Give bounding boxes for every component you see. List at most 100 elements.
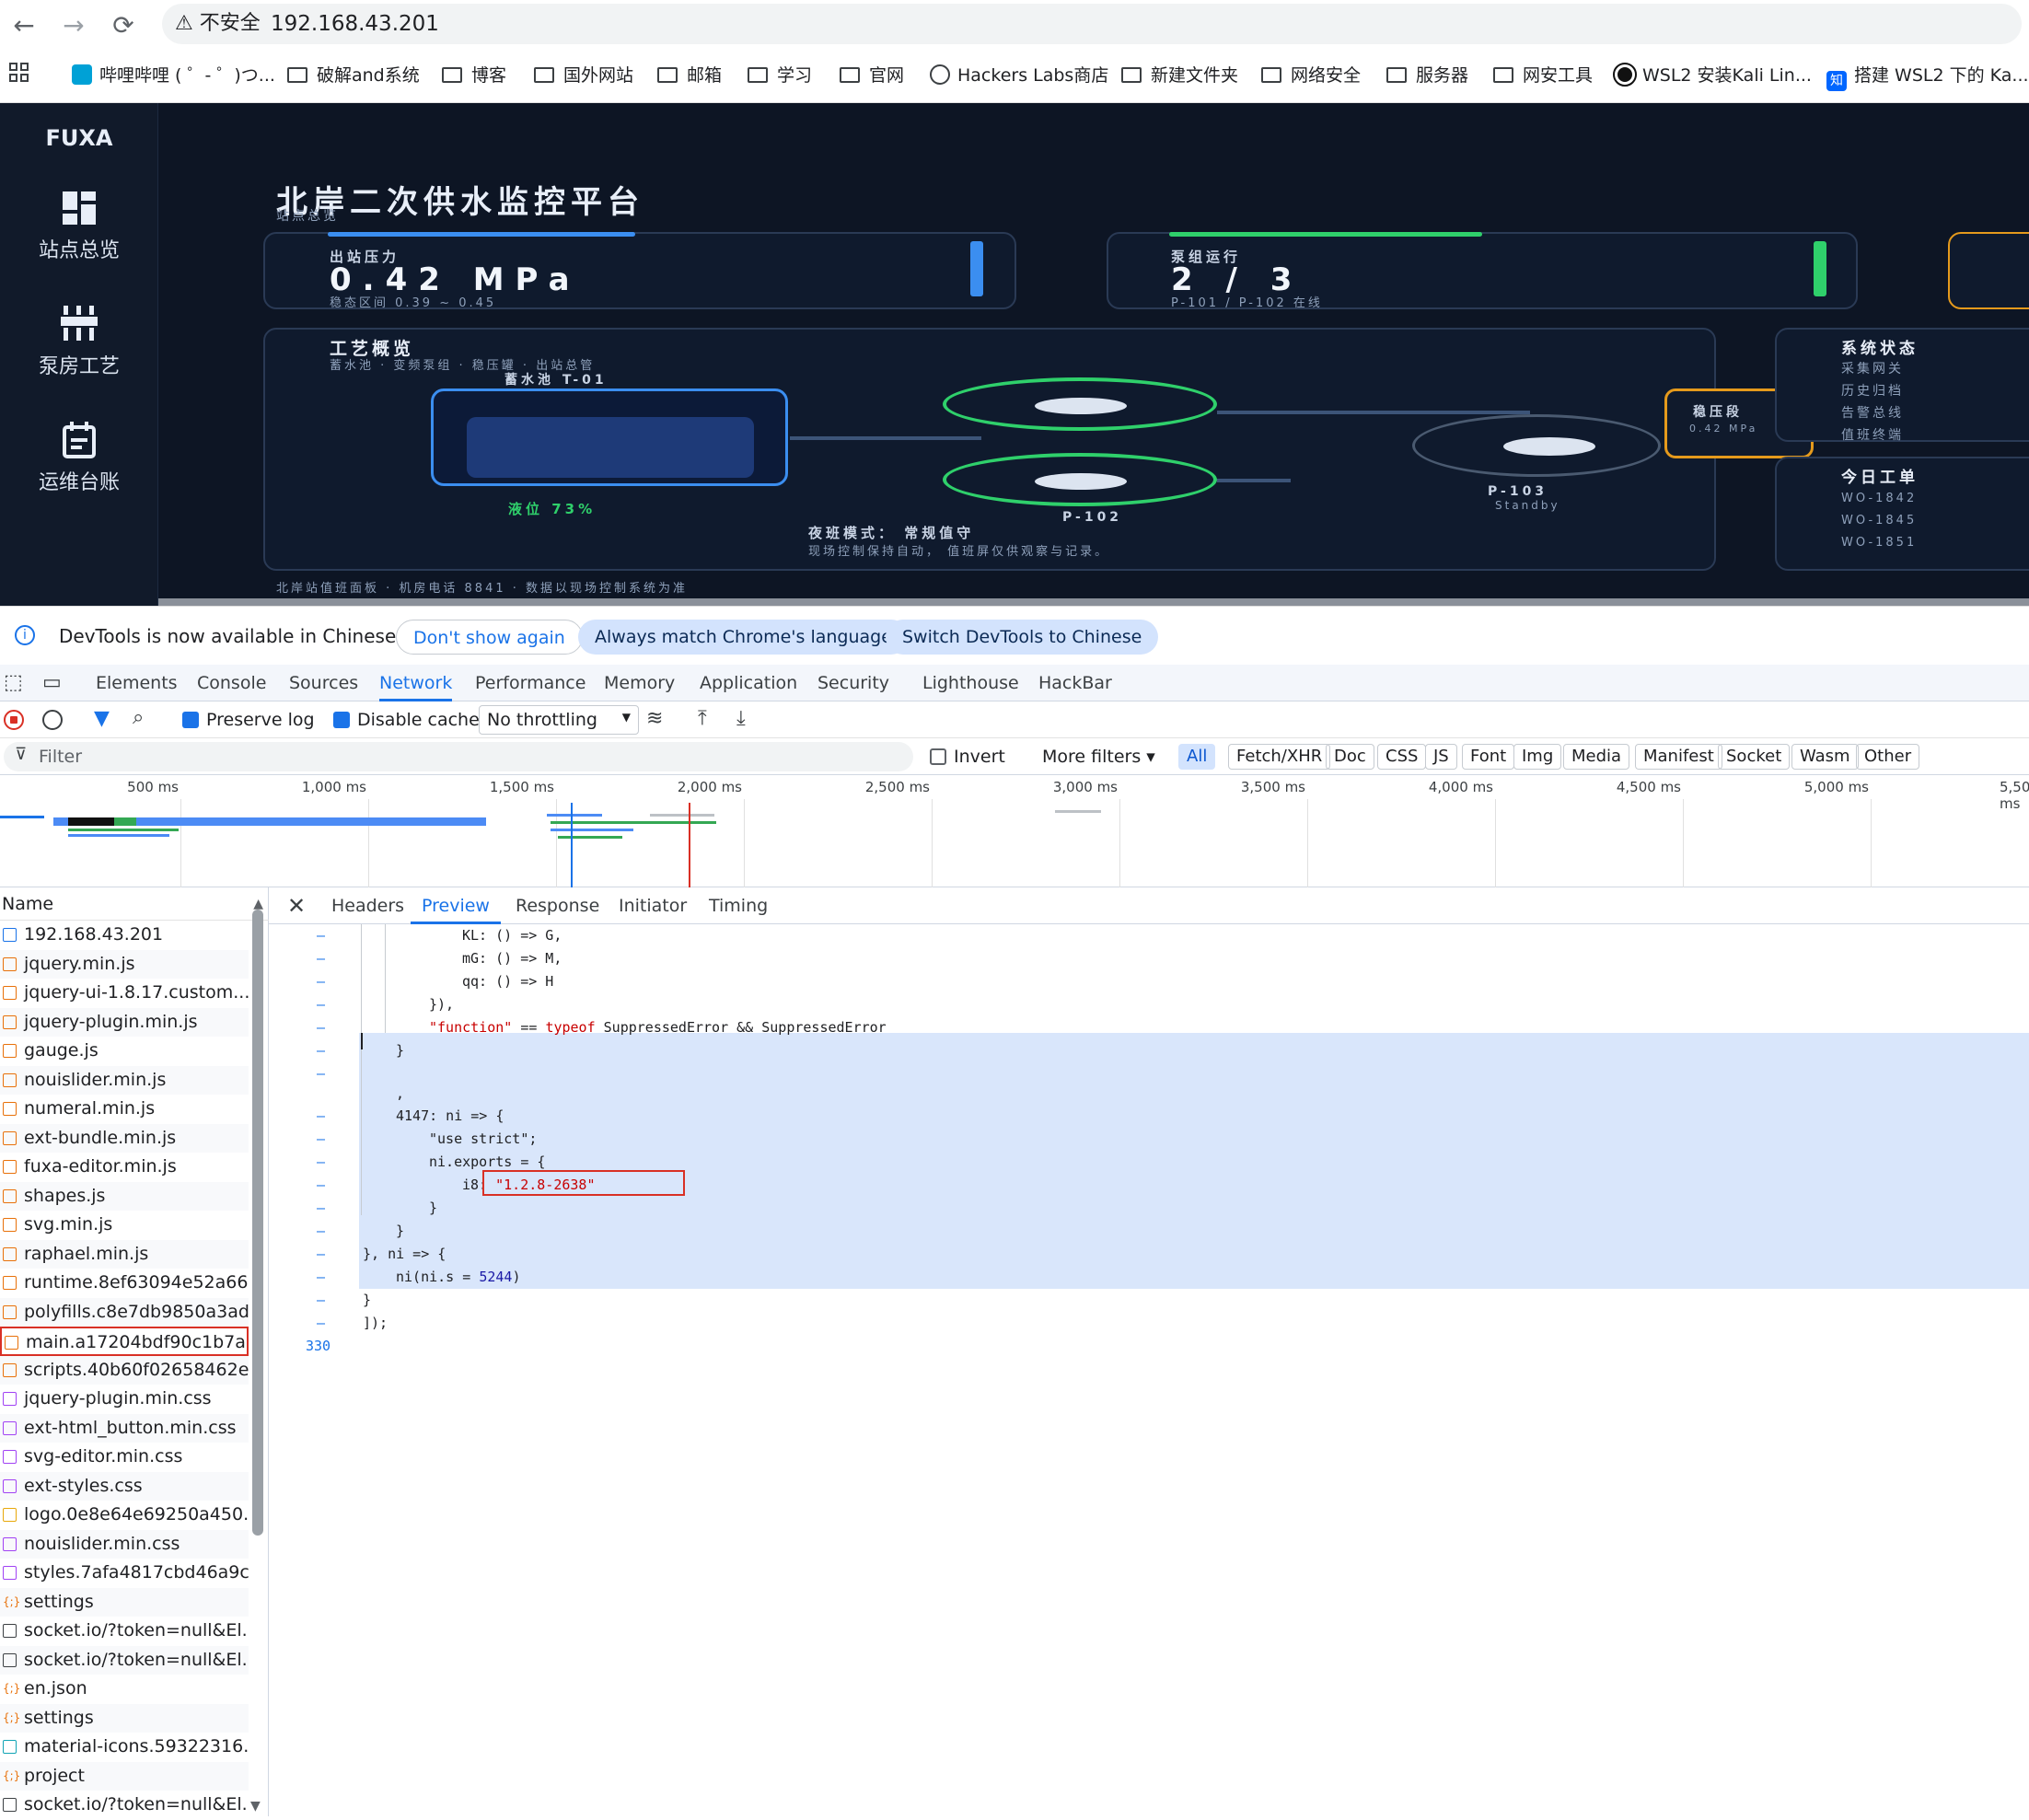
filter-type-other[interactable]: Other [1856,744,1920,770]
detail-tab-initiator[interactable]: Initiator [619,887,687,924]
request-row[interactable]: fuxa-editor.min.js [0,1153,249,1182]
filter-type-wasm[interactable]: Wasm [1791,744,1859,770]
tab-application[interactable]: Application [700,665,797,701]
filter-type-manifest[interactable]: Manifest [1635,744,1722,770]
request-row[interactable]: 192.168.43.201 [0,921,249,950]
forward-arrow-icon[interactable]: → [55,7,92,44]
tab-memory[interactable]: Memory [604,665,675,701]
pump-p102[interactable] [943,453,1217,506]
dont-show-again-button[interactable]: Don't show again [396,620,583,655]
export-har-icon[interactable]: ⤓ [736,707,746,730]
request-row[interactable]: ext-html_button.min.css [0,1413,249,1443]
apps-grid-icon[interactable] [9,63,31,88]
nav-item-overview[interactable]: 站点总览 [0,190,158,263]
bookmark-item[interactable]: WSL2 安装Kali Lin... [1613,63,1812,88]
tab-console[interactable]: Console [197,665,266,701]
bookmark-item[interactable]: 学习 [748,63,812,88]
request-list-scrollbar[interactable] [252,910,263,1536]
request-row[interactable]: polyfills.c8e7db9850a3ad... [0,1297,249,1327]
detail-tab-preview[interactable]: Preview [411,887,501,924]
request-row[interactable]: gauge.js [0,1037,249,1066]
request-row[interactable]: runtime.8ef63094e52a66... [0,1269,249,1298]
bookmark-item[interactable]: 服务器 [1386,63,1468,88]
tab-performance[interactable]: Performance [475,665,586,701]
bookmark-item[interactable]: 网络安全 [1261,63,1361,88]
tab-network[interactable]: Network [379,665,453,701]
nav-item-pump-room[interactable]: 泵房工艺 [0,306,158,379]
tab-lighthouse[interactable]: Lighthouse [922,665,1019,701]
invert-checkbox[interactable]: Invert [930,747,1005,767]
bookmark-item[interactable]: 哔哩哔哩 ( ゜- ゜)つ... [72,63,275,88]
filter-type-socket[interactable]: Socket [1718,744,1791,770]
request-row[interactable]: numeral.min.js [0,1095,249,1124]
filter-type-js[interactable]: JS [1425,744,1457,770]
request-row[interactable]: jquery-ui-1.8.17.custom.... [0,979,249,1008]
bookmark-item[interactable]: 国外网站 [534,63,633,88]
filter-funnel-icon[interactable]: ▼ [94,707,110,730]
request-row[interactable]: jquery-plugin.min.js [0,1007,249,1037]
request-row[interactable]: material-icons.59322316... [0,1733,249,1762]
device-toolbar-icon[interactable]: ▭ [42,665,68,701]
network-conditions-icon[interactable]: ≋ [646,707,663,730]
bookmark-item[interactable]: 博客 [442,63,506,88]
request-row[interactable]: nouislider.min.js [0,1065,249,1095]
request-row[interactable]: shapes.js [0,1181,249,1211]
request-row[interactable]: raphael.min.js [0,1239,249,1269]
bookmark-item[interactable]: Hackers Labs商店 [930,63,1108,88]
tab-security[interactable]: Security [817,665,889,701]
search-icon[interactable]: ⌕ [133,706,144,729]
match-language-button[interactable]: Always match Chrome's language [578,620,909,655]
back-arrow-icon[interactable]: ← [6,7,42,44]
bookmark-item[interactable]: 邮箱 [657,63,722,88]
pump-p103[interactable] [1412,414,1661,477]
code-preview[interactable]: – KL: () => G, – mG: () => M, – qq: () => H… [269,924,2029,1816]
throttling-select[interactable]: No throttling ▼ [479,705,639,735]
work-order-row[interactable]: WO-1842 [1841,492,1917,505]
close-detail-icon[interactable]: ✕ [287,887,309,924]
detail-tab-response[interactable]: Response [516,887,599,924]
tab-elements[interactable]: Elements [96,665,178,701]
preserve-log-checkbox[interactable]: Preserve log [182,710,315,730]
scroll-down-arrow-icon[interactable]: ▼ [250,1799,261,1814]
network-overview-timeline[interactable]: 500 ms 1,000 ms 1,500 ms 2,000 ms 2,500 … [0,775,2029,887]
security-warning-badge[interactable]: ⚠ 不安全 [175,4,261,44]
request-row[interactable]: styles.7afa4817cbd46a9c.... [0,1559,249,1588]
inspect-element-icon[interactable]: ⬚ [4,665,29,701]
filter-type-font[interactable]: Font [1462,744,1515,770]
request-row[interactable]: {;} settings [0,1703,249,1733]
bookmark-item[interactable]: 知搭建 WSL2 下的 Ka... [1826,63,2029,91]
request-row[interactable]: jquery-plugin.min.css [0,1385,249,1414]
request-row[interactable]: ext-styles.css [0,1471,249,1501]
request-row[interactable]: logo.0e8e64e69250a450.... [0,1501,249,1530]
tab-hackbar[interactable]: HackBar [1038,665,1112,701]
filter-type-css[interactable]: CSS [1377,744,1427,770]
request-row[interactable]: scripts.40b60f02658462e... [0,1355,249,1385]
request-row[interactable]: nouislider.min.css [0,1529,249,1559]
filter-input[interactable]: ⊽ Filter [4,742,913,771]
disable-cache-checkbox[interactable]: Disable cache [333,710,480,730]
request-row[interactable]: ext-bundle.min.js [0,1123,249,1153]
bookmark-item[interactable]: 新建文件夹 [1121,63,1238,88]
bookmark-item[interactable]: 官网 [840,63,904,88]
url-text[interactable]: 192.168.43.201 [271,4,439,44]
horizontal-scrollbar[interactable] [158,598,2029,606]
reload-icon[interactable]: ⟳ [105,7,142,44]
storage-tank[interactable] [431,388,788,486]
request-row[interactable]: svg-editor.min.css [0,1443,249,1472]
detail-tab-timing[interactable]: Timing [709,887,768,924]
bookmark-item[interactable]: 破解and系统 [287,63,420,88]
bookmark-item[interactable]: 网安工具 [1493,63,1593,88]
address-bar[interactable]: ⚠ 不安全 192.168.43.201 [162,4,2022,44]
request-row[interactable]: socket.io/?token=null&El... [0,1645,249,1675]
request-row[interactable]: {;} settings [0,1587,249,1617]
clear-icon[interactable] [42,710,63,730]
request-row[interactable]: socket.io/?token=null&El... [0,1791,249,1820]
request-row[interactable]: socket.io/?token=null&El... [0,1617,249,1646]
switch-to-chinese-button[interactable]: Switch DevTools to Chinese [886,620,1159,655]
nav-item-maintenance[interactable]: 运维台账 [0,422,158,495]
work-order-row[interactable]: WO-1845 [1841,514,1917,527]
filter-type-fetch[interactable]: Fetch/XHR [1228,744,1331,770]
filter-type-doc[interactable]: Doc [1326,744,1374,770]
filter-type-all[interactable]: All [1178,744,1216,770]
request-row[interactable]: {;} en.json [0,1675,249,1704]
